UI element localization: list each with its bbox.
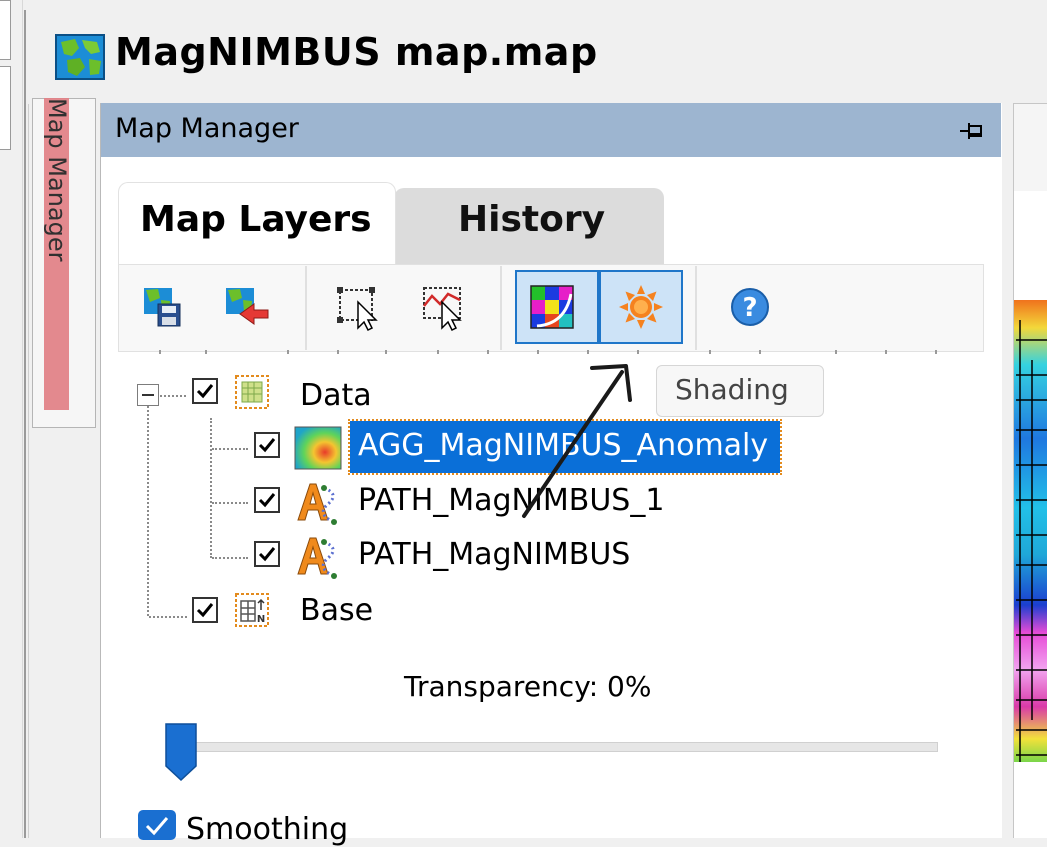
tree-line (212, 502, 248, 504)
import-map-icon (226, 288, 269, 325)
layer-path-label[interactable]: PATH_MagNIMBUS (358, 537, 630, 572)
base-group-icon: N (235, 593, 269, 627)
smoothing-label: Smoothing (186, 812, 349, 847)
tree-line (147, 406, 149, 616)
smoothing-checkbox[interactable] (138, 810, 176, 840)
svg-text:?: ? (742, 293, 757, 323)
layer-path-checkbox[interactable] (254, 541, 280, 567)
data-group-checkbox[interactable] (192, 378, 218, 404)
transparency-slider-thumb[interactable] (164, 722, 198, 782)
data-group-label[interactable]: Data (300, 378, 372, 413)
pin-icon[interactable] (957, 118, 987, 144)
path-layer-icon (297, 483, 337, 525)
layer-path1-checkbox[interactable] (254, 487, 280, 513)
panel-title: Map Manager (115, 113, 299, 144)
help-icon: ? (731, 288, 769, 326)
color-table-button[interactable] (515, 270, 599, 344)
collapse-data-toggle[interactable] (137, 384, 159, 406)
tree-line (210, 418, 212, 558)
toolbar-separator (695, 266, 697, 350)
shading-sun-icon (619, 285, 663, 329)
toolbar-separator (500, 266, 502, 350)
toolbar-separator (305, 266, 307, 350)
base-group-checkbox[interactable] (192, 597, 218, 623)
tree-line (160, 395, 186, 397)
globe-map-icon (55, 34, 105, 80)
save-map-button[interactable] (134, 270, 194, 344)
select-frame-button[interactable] (328, 270, 388, 344)
profile-select-button[interactable] (414, 270, 474, 344)
grid-image-icon (294, 426, 342, 470)
left-edge-tab-2[interactable] (0, 66, 11, 150)
map-view-header (1013, 103, 1047, 193)
shading-button[interactable] (599, 270, 683, 344)
import-map-button[interactable] (214, 270, 274, 344)
tree-line (212, 448, 248, 450)
side-tab-label: Map Manager (43, 98, 71, 262)
data-group-icon (235, 375, 269, 409)
layer-agg-checkbox[interactable] (254, 432, 280, 458)
profile-select-icon (423, 287, 462, 332)
tree-line (149, 616, 187, 618)
transparency-label: Transparency: 0% (404, 670, 652, 703)
tooltip-text: Shading (675, 373, 789, 406)
path-layer-icon (297, 537, 337, 579)
window-border (24, 10, 26, 838)
color-table-icon (530, 285, 574, 329)
left-edge-strip (0, 0, 23, 838)
select-frame-icon (337, 287, 378, 332)
left-edge-tab-1[interactable] (0, 0, 11, 60)
svg-text:N: N (257, 614, 265, 625)
tree-line (212, 557, 248, 559)
base-group-label[interactable]: Base (300, 593, 373, 628)
transparency-slider[interactable] (168, 742, 938, 752)
save-map-icon (144, 288, 181, 327)
annotation-arrow (522, 364, 632, 518)
help-button[interactable]: ? (720, 270, 780, 344)
tab-map-layers-label: Map Layers (140, 199, 372, 240)
window-title: MagNIMBUS map.map (115, 30, 598, 74)
anomaly-map-preview (1014, 300, 1047, 762)
tab-history-label: History (458, 199, 606, 240)
